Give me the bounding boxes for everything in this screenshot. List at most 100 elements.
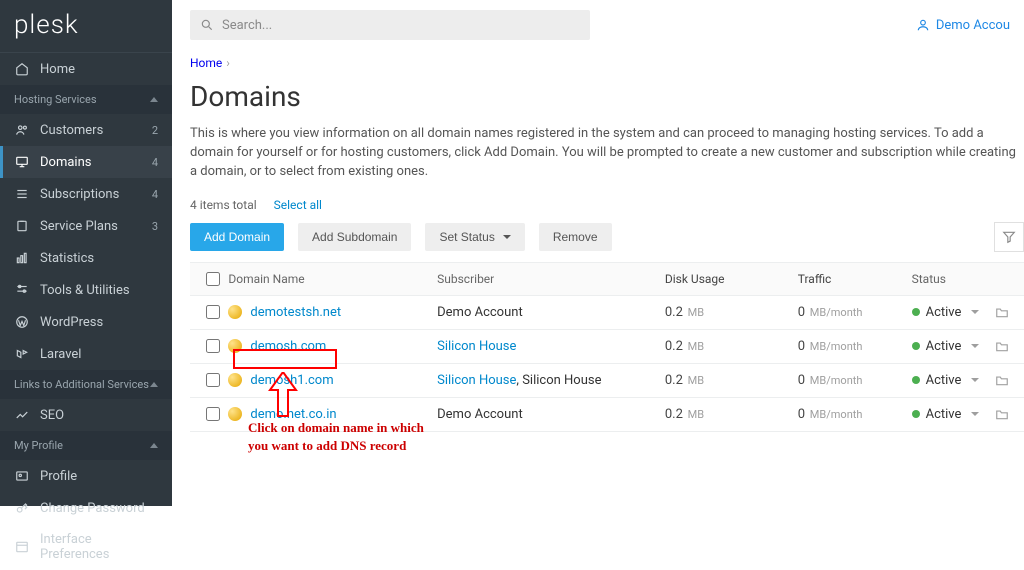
status-dot-icon [912,342,920,350]
domain-link[interactable]: demosh.com [250,339,326,354]
table-header: Domain Name Subscriber Disk Usage Traffi… [190,263,1024,296]
count-badge: 4 [152,156,158,169]
domain-link[interactable]: demotestsh.net [250,305,341,320]
traffic-value: 0 [798,407,805,422]
brand-logo: plesk [0,0,172,53]
sidebar-item-service-plans[interactable]: Service Plans 3 [0,210,172,242]
subscriber-link[interactable]: Silicon House [437,339,516,354]
clipboard-icon [14,218,30,234]
disk-value: 0.2 [665,305,683,320]
add-subdomain-button[interactable]: Add Subdomain [298,223,411,251]
col-header-status[interactable]: Status [912,272,988,286]
row-checkbox[interactable] [206,373,220,387]
sidebar-item-wordpress[interactable]: WordPress [0,306,172,338]
sidebar-item-subscriptions[interactable]: Subscriptions 4 [0,178,172,210]
sidebar-item-laravel[interactable]: Laravel [0,338,172,370]
col-header-disk[interactable]: Disk Usage [665,272,798,286]
globe-icon [228,305,242,319]
sidebar-item-seo[interactable]: SEO [0,399,172,431]
globe-icon [228,407,242,421]
table-row: demosh1.com Silicon House, Silicon House… [190,364,1024,398]
home-icon [14,61,30,77]
status-label: Active [926,373,962,388]
breadcrumb: Home › [190,50,1024,80]
list-meta: 4 items total Select all [190,198,1024,212]
col-header-domain[interactable]: Domain Name [228,272,437,286]
set-status-button[interactable]: Set Status [425,223,524,251]
id-card-icon [14,468,30,484]
count-badge: 4 [152,188,158,201]
row-action[interactable] [988,306,1016,318]
sidebar-item-interface-prefs[interactable]: Interface Preferences [0,524,172,570]
user-account-link[interactable]: Demo Accou [916,18,1010,33]
layout-icon [14,539,30,555]
table-row: demotestsh.net Demo Account 0.2 MB 0 MB/… [190,296,1024,330]
remove-button[interactable]: Remove [539,223,612,251]
disk-value: 0.2 [665,339,683,354]
topbar: Search... Demo Accou [190,0,1024,50]
chevron-up-icon [150,97,158,102]
users-icon [14,122,30,138]
sidebar-section-links[interactable]: Links to Additional Services [0,370,172,399]
traffic-unit: MB/month [807,306,862,319]
traffic-unit: MB/month [807,408,862,421]
nav-label: Home [40,62,158,77]
status-cell[interactable]: Active [912,373,988,388]
nav-label: Statistics [40,251,158,266]
select-all-checkbox[interactable] [206,272,220,286]
page-description: This is where you view information on al… [190,125,1024,182]
sidebar-item-change-password[interactable]: Change Password [0,492,172,524]
row-checkbox[interactable] [206,407,220,421]
items-total: 4 items total [190,198,257,212]
nav-label: Interface Preferences [40,532,158,562]
sidebar-item-statistics[interactable]: Statistics [0,242,172,274]
breadcrumb-home[interactable]: Home [190,56,222,70]
traffic-value: 0 [798,305,805,320]
traffic-unit: MB/month [807,374,862,387]
sidebar-section-hosting[interactable]: Hosting Services [0,85,172,114]
search-input[interactable]: Search... [190,10,590,40]
status-cell[interactable]: Active [912,339,988,354]
sidebar-item-customers[interactable]: Customers 2 [0,114,172,146]
status-dot-icon [912,376,920,384]
row-action[interactable] [988,374,1016,386]
folder-icon [995,306,1009,318]
filter-button[interactable] [994,222,1024,252]
sidebar-item-tools[interactable]: Tools & Utilities [0,274,172,306]
add-domain-button[interactable]: Add Domain [190,223,284,251]
nav-label: WordPress [40,315,158,330]
search-icon [200,18,214,32]
status-cell[interactable]: Active [912,407,988,422]
row-checkbox[interactable] [206,305,220,319]
nav-label: Domains [40,155,152,170]
col-header-traffic[interactable]: Traffic [798,272,912,286]
sidebar-section-profile[interactable]: My Profile [0,431,172,460]
chevron-up-icon [150,443,158,448]
sidebar-item-domains[interactable]: Domains 4 [0,146,172,178]
search-placeholder: Search... [222,18,272,33]
globe-icon [228,339,242,353]
sidebar-item-home[interactable]: Home [0,53,172,85]
breadcrumb-sep: › [226,56,230,70]
subscriber-text: Demo Account [437,305,523,320]
select-all-link[interactable]: Select all [274,198,322,212]
subscriber-link[interactable]: Silicon House [437,373,516,388]
disk-value: 0.2 [665,373,683,388]
trend-icon [14,407,30,423]
domains-table: Domain Name Subscriber Disk Usage Traffi… [190,262,1024,432]
chevron-down-icon [971,412,979,416]
status-label: Active [926,339,962,354]
domain-link[interactable]: demosh1.com [250,373,333,388]
status-cell[interactable]: Active [912,305,988,320]
globe-icon [228,373,242,387]
col-header-subscriber[interactable]: Subscriber [437,272,665,286]
wordpress-icon [14,314,30,330]
sidebar-item-profile[interactable]: Profile [0,460,172,492]
row-checkbox[interactable] [206,339,220,353]
funnel-icon [1002,230,1016,244]
disk-unit: MB [685,374,704,387]
user-icon [916,18,930,32]
row-action[interactable] [988,340,1016,352]
disk-value: 0.2 [665,407,683,422]
row-action[interactable] [988,408,1016,420]
